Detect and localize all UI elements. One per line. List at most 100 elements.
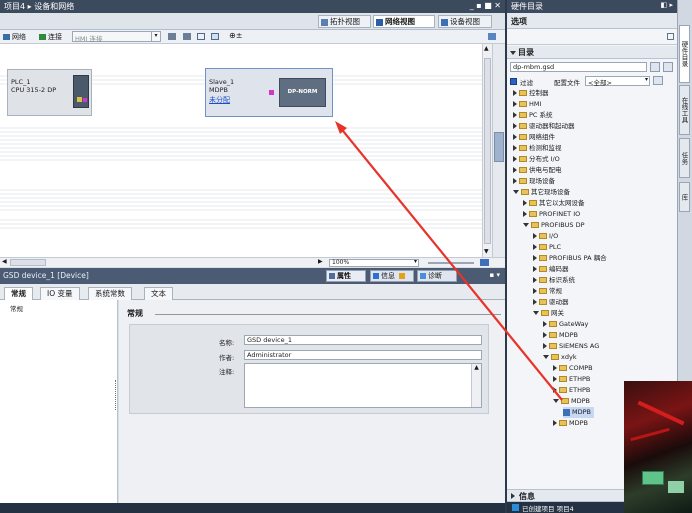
catalog-tree-item[interactable]: ETHPB [553, 374, 590, 385]
search-next-icon[interactable] [650, 62, 660, 72]
catalog-tree-item[interactable]: MDPB [553, 396, 590, 407]
catalog-tree-item[interactable]: xdyk [543, 352, 577, 363]
slave-device[interactable]: Slave_1 MDPB 未分配 DP-NORM [205, 68, 333, 117]
tab-properties[interactable]: 属性 [326, 270, 366, 282]
nav-item-general[interactable]: 常规 [10, 303, 23, 313]
network-button[interactable]: 网络 [3, 32, 26, 42]
chevron-right-icon[interactable] [553, 420, 557, 426]
catalog-tree-item[interactable]: MDPB [553, 418, 588, 429]
catalog-tree-item[interactable]: MDPB [543, 330, 578, 341]
catalog-tree-item[interactable]: COMPB [553, 363, 593, 374]
chevron-right-icon[interactable] [513, 145, 517, 151]
catalog-tree-item[interactable]: 检测和监视 [513, 143, 562, 154]
catalog-tree-item[interactable]: 其它现场设备 [513, 187, 570, 198]
catalog-tree-item[interactable]: PLC [533, 242, 561, 253]
canvas-hscroll-thumb[interactable] [10, 259, 46, 266]
device-item-icon[interactable] [563, 408, 570, 416]
chevron-right-icon[interactable] [543, 343, 547, 349]
tab-network-view[interactable]: 网络视图 [373, 15, 435, 28]
catalog-tree-item[interactable]: ETHPB [553, 385, 590, 396]
chevron-right-icon[interactable] [513, 178, 517, 184]
chevron-down-icon[interactable] [513, 190, 519, 194]
tab-info[interactable]: 信息 [370, 270, 414, 282]
catalog-tree-item[interactable]: 常规 [533, 286, 562, 297]
window-controls[interactable]: _ ▪ ■ ✕ [470, 1, 501, 10]
side-tab-online-tools[interactable]: 在线工具 [679, 85, 690, 135]
chevron-right-icon[interactable] [533, 233, 537, 239]
scroll-down-icon[interactable]: ▼ [484, 248, 489, 255]
search-prev-icon[interactable] [663, 62, 673, 72]
chevron-right-icon[interactable] [533, 277, 537, 283]
catalog-tree-item[interactable]: 现场设备 [513, 176, 555, 187]
side-tab-hardware-catalog[interactable]: 硬件目录 [679, 25, 690, 83]
comment-field[interactable]: ▲ [244, 363, 482, 408]
tab-diagnostics[interactable]: 诊断 [417, 270, 457, 282]
catalog-tree-item[interactable]: GateWay [543, 319, 588, 330]
scroll-right-icon[interactable]: ▶ [318, 258, 323, 265]
catalog-tree-item[interactable]: PROFIBUS PA 耦合 [533, 253, 607, 264]
chevron-right-icon[interactable] [553, 376, 557, 382]
chevron-right-icon[interactable] [513, 101, 517, 107]
chevron-right-icon[interactable] [513, 134, 517, 140]
chevron-right-icon[interactable] [513, 112, 517, 118]
chevron-right-icon[interactable] [533, 266, 537, 272]
side-tab-tasks[interactable]: 任务 [679, 138, 690, 178]
chevron-right-icon[interactable] [523, 211, 527, 217]
catalog-tree-item[interactable]: PROFIBUS DP [523, 220, 585, 231]
tab-device-view[interactable]: 设备视图 [438, 15, 492, 28]
chevron-right-icon[interactable] [553, 365, 557, 371]
frame-icon[interactable] [211, 33, 219, 40]
catalog-controls[interactable]: ◧ ▸ [661, 1, 673, 9]
chevron-right-icon[interactable] [533, 244, 537, 250]
navigator-icon[interactable] [480, 259, 489, 266]
chevron-right-icon[interactable] [513, 167, 517, 173]
zoom-slider[interactable] [428, 262, 474, 264]
overview-tab[interactable] [494, 132, 504, 162]
catalog-tree-item[interactable]: 驱动器 [533, 297, 569, 308]
tab-io-tags[interactable]: IO 变量 [40, 287, 80, 300]
catalog-tree-item[interactable]: 供电与配电 [513, 165, 562, 176]
catalog-tree-item[interactable]: HMI [513, 99, 541, 110]
tab-system-constants[interactable]: 系统常数 [88, 287, 132, 300]
catalog-section-header[interactable]: 目录 [507, 46, 677, 59]
catalog-tree-item[interactable]: 编码器 [533, 264, 569, 275]
name-field[interactable]: GSD device_1 [244, 335, 482, 345]
catalog-tree-item[interactable]: 标识系统 [533, 275, 575, 286]
chevron-right-icon[interactable] [533, 288, 537, 294]
tab-topology-view[interactable]: 拓扑视图 [318, 15, 371, 28]
nav-splitter[interactable] [115, 380, 118, 410]
plc-device[interactable]: PLC_1 CPU 315-2 DP [7, 69, 92, 116]
panel-controls[interactable]: ▪ ▾ [490, 271, 500, 279]
catalog-tree-item[interactable]: 网关 [533, 308, 564, 319]
scroll-left-icon[interactable]: ◀ [2, 258, 7, 265]
overview-icon[interactable] [488, 33, 496, 40]
canvas-vscroll-thumb[interactable] [484, 58, 491, 244]
catalog-search-field[interactable]: dp-mbm.gsd [510, 62, 647, 72]
chevron-right-icon[interactable] [543, 332, 547, 338]
catalog-tree-item[interactable]: 分布式 I/O [513, 154, 560, 165]
canvas-vscroll[interactable]: ▲ ▼ [482, 44, 492, 257]
connection-type-select[interactable]: HMI 连接 ▾ [72, 31, 161, 43]
chevron-right-icon[interactable] [523, 200, 527, 206]
chevron-down-icon[interactable] [553, 399, 559, 403]
options-toggle-icon[interactable] [667, 33, 674, 40]
catalog-tree-item[interactable]: 驱动器和起动器 [513, 121, 575, 132]
tab-texts[interactable]: 文本 [144, 287, 173, 300]
chevron-right-icon[interactable] [543, 321, 547, 327]
chevron-right-icon[interactable] [533, 299, 537, 305]
tab-general[interactable]: 常规 [4, 287, 33, 300]
connect-button[interactable]: 连接 [39, 32, 62, 42]
network-canvas[interactable]: PLC_1 CPU 315-2 DP Slave_1 MDPB 未分配 DP-N… [0, 44, 482, 257]
chevron-right-icon[interactable] [513, 90, 517, 96]
catalog-tree-item[interactable]: SIEMENS AG [543, 341, 599, 352]
catalog-tree-item[interactable]: MDPB [563, 407, 594, 418]
scroll-up-icon[interactable]: ▲ [484, 45, 489, 52]
zoom-icon[interactable]: ⊕± [229, 31, 242, 40]
filter-checkbox[interactable] [510, 78, 517, 85]
profile-select[interactable]: <全部> ▾ [585, 76, 650, 87]
chevron-right-icon[interactable] [533, 255, 537, 261]
chevron-right-icon[interactable] [553, 387, 557, 393]
chevron-down-icon[interactable] [543, 355, 549, 359]
catalog-tree-item[interactable]: PROFINET IO [523, 209, 580, 220]
chevron-down-icon[interactable] [523, 223, 529, 227]
